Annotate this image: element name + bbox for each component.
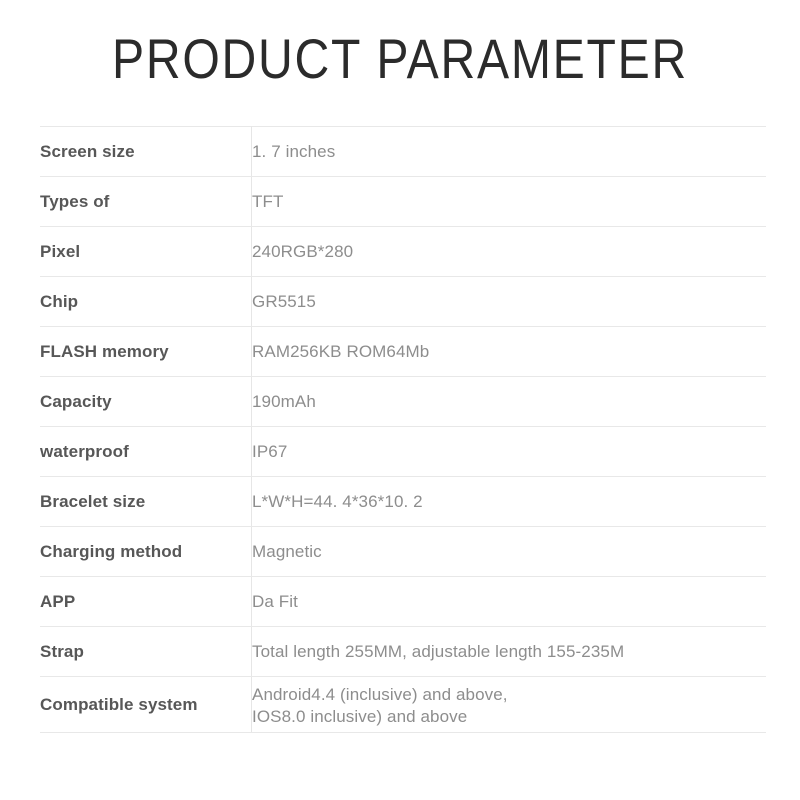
spec-label-app: APP	[40, 576, 252, 627]
spec-label-pixel: Pixel	[40, 226, 252, 277]
spec-value-flash-memory: RAM256KB ROM64Mb	[251, 326, 766, 377]
spec-label-types-of: Types of	[40, 176, 252, 227]
spec-label-flash-memory: FLASH memory	[40, 326, 252, 377]
table-row: Compatible system Android4.4 (inclusive)…	[40, 676, 766, 733]
page-title: PRODUCT PARAMETER	[111, 27, 689, 90]
spec-value-bracelet-size: L*W*H=44. 4*36*10. 2	[251, 476, 766, 527]
specification-table-body: Screen size 1. 7 inches Types of TFT Pix…	[40, 126, 766, 733]
table-row: waterproof IP67	[40, 426, 766, 477]
table-row: Types of TFT	[40, 176, 766, 227]
spec-label-strap: Strap	[40, 626, 252, 677]
spec-value-charging-method: Magnetic	[251, 526, 766, 577]
spec-label-compatible-system: Compatible system	[40, 676, 252, 733]
spec-label-capacity: Capacity	[40, 376, 252, 427]
spec-value-compatible-system: Android4.4 (inclusive) and above, IOS8.0…	[251, 676, 766, 733]
spec-value-compatible-system-line1: Android4.4 (inclusive) and above,	[252, 684, 508, 704]
spec-value-strap: Total length 255MM, adjustable length 15…	[251, 626, 766, 677]
spec-value-capacity: 190mAh	[251, 376, 766, 427]
spec-value-screen-size: 1. 7 inches	[251, 126, 766, 177]
spec-value-chip: GR5515	[251, 276, 766, 327]
spec-value-compatible-system-line2: IOS8.0 inclusive) and above	[252, 706, 468, 726]
spec-label-waterproof: waterproof	[40, 426, 252, 477]
specification-table: Screen size 1. 7 inches Types of TFT Pix…	[40, 126, 766, 733]
table-row: Pixel 240RGB*280	[40, 226, 766, 277]
table-row: Chip GR5515	[40, 276, 766, 327]
spec-label-charging-method: Charging method	[40, 526, 252, 577]
table-row: FLASH memory RAM256KB ROM64Mb	[40, 326, 766, 377]
spec-label-chip: Chip	[40, 276, 252, 327]
table-row: Strap Total length 255MM, adjustable len…	[40, 626, 766, 677]
spec-label-screen-size: Screen size	[40, 126, 252, 177]
table-row: Bracelet size L*W*H=44. 4*36*10. 2	[40, 476, 766, 527]
product-parameter-page: PRODUCT PARAMETER Screen size 1. 7 inche…	[0, 0, 800, 800]
spec-value-waterproof: IP67	[251, 426, 766, 477]
spec-value-pixel: 240RGB*280	[251, 226, 766, 277]
table-row: Capacity 190mAh	[40, 376, 766, 427]
table-row: Screen size 1. 7 inches	[40, 126, 766, 177]
table-row: Charging method Magnetic	[40, 526, 766, 577]
table-row: APP Da Fit	[40, 576, 766, 627]
spec-label-bracelet-size: Bracelet size	[40, 476, 252, 527]
spec-value-types-of: TFT	[251, 176, 766, 227]
spec-value-app: Da Fit	[251, 576, 766, 627]
